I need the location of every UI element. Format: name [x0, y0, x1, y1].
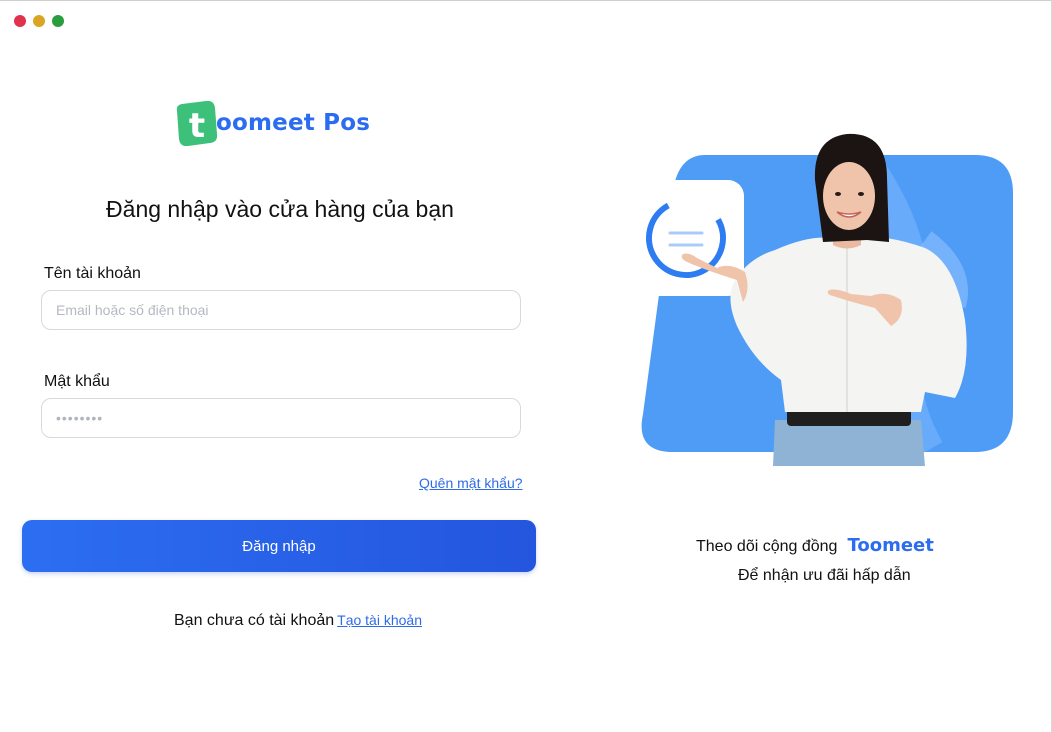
toomeet-pos-logo: t oomeet Pos — [176, 100, 371, 147]
window-controls — [14, 15, 64, 27]
close-window-button[interactable] — [14, 15, 26, 27]
toomeet-logo-icon: t — [176, 100, 218, 147]
offer-text: Để nhận ưu đãi hấp dẫn — [738, 567, 911, 584]
password-label: Mật khẩu — [44, 373, 110, 390]
create-account-link[interactable]: Tạo tài khoản — [337, 612, 422, 628]
forgot-password-link[interactable]: Quên mật khẩu? — [419, 475, 523, 491]
password-input[interactable] — [42, 399, 520, 437]
username-label: Tên tài khoản — [44, 265, 141, 282]
community-brand-name: Toomeet — [847, 535, 934, 556]
hero-illustration — [625, 130, 1015, 470]
community-follow-line: Theo dõi cộng đồng Toomeet — [696, 535, 934, 556]
minimize-window-button[interactable] — [33, 15, 45, 27]
signup-prompt: Bạn chưa có tài khoản Tạo tài khoản — [174, 612, 422, 630]
logo-letter: t — [189, 106, 205, 146]
no-account-text: Bạn chưa có tài khoản — [174, 612, 335, 629]
maximize-window-button[interactable] — [52, 15, 64, 27]
username-input[interactable] — [42, 291, 520, 329]
login-button[interactable]: Đăng nhập — [22, 520, 536, 572]
password-field-box — [41, 398, 521, 438]
logo-wordmark: oomeet Pos — [216, 110, 371, 136]
page-title: Đăng nhập vào cửa hàng của bạn — [106, 196, 454, 222]
username-field-box — [41, 290, 521, 330]
follow-text: Theo dõi cộng đồng — [696, 538, 838, 555]
chat-card — [628, 180, 744, 296]
window-top-border — [0, 0, 1052, 1]
